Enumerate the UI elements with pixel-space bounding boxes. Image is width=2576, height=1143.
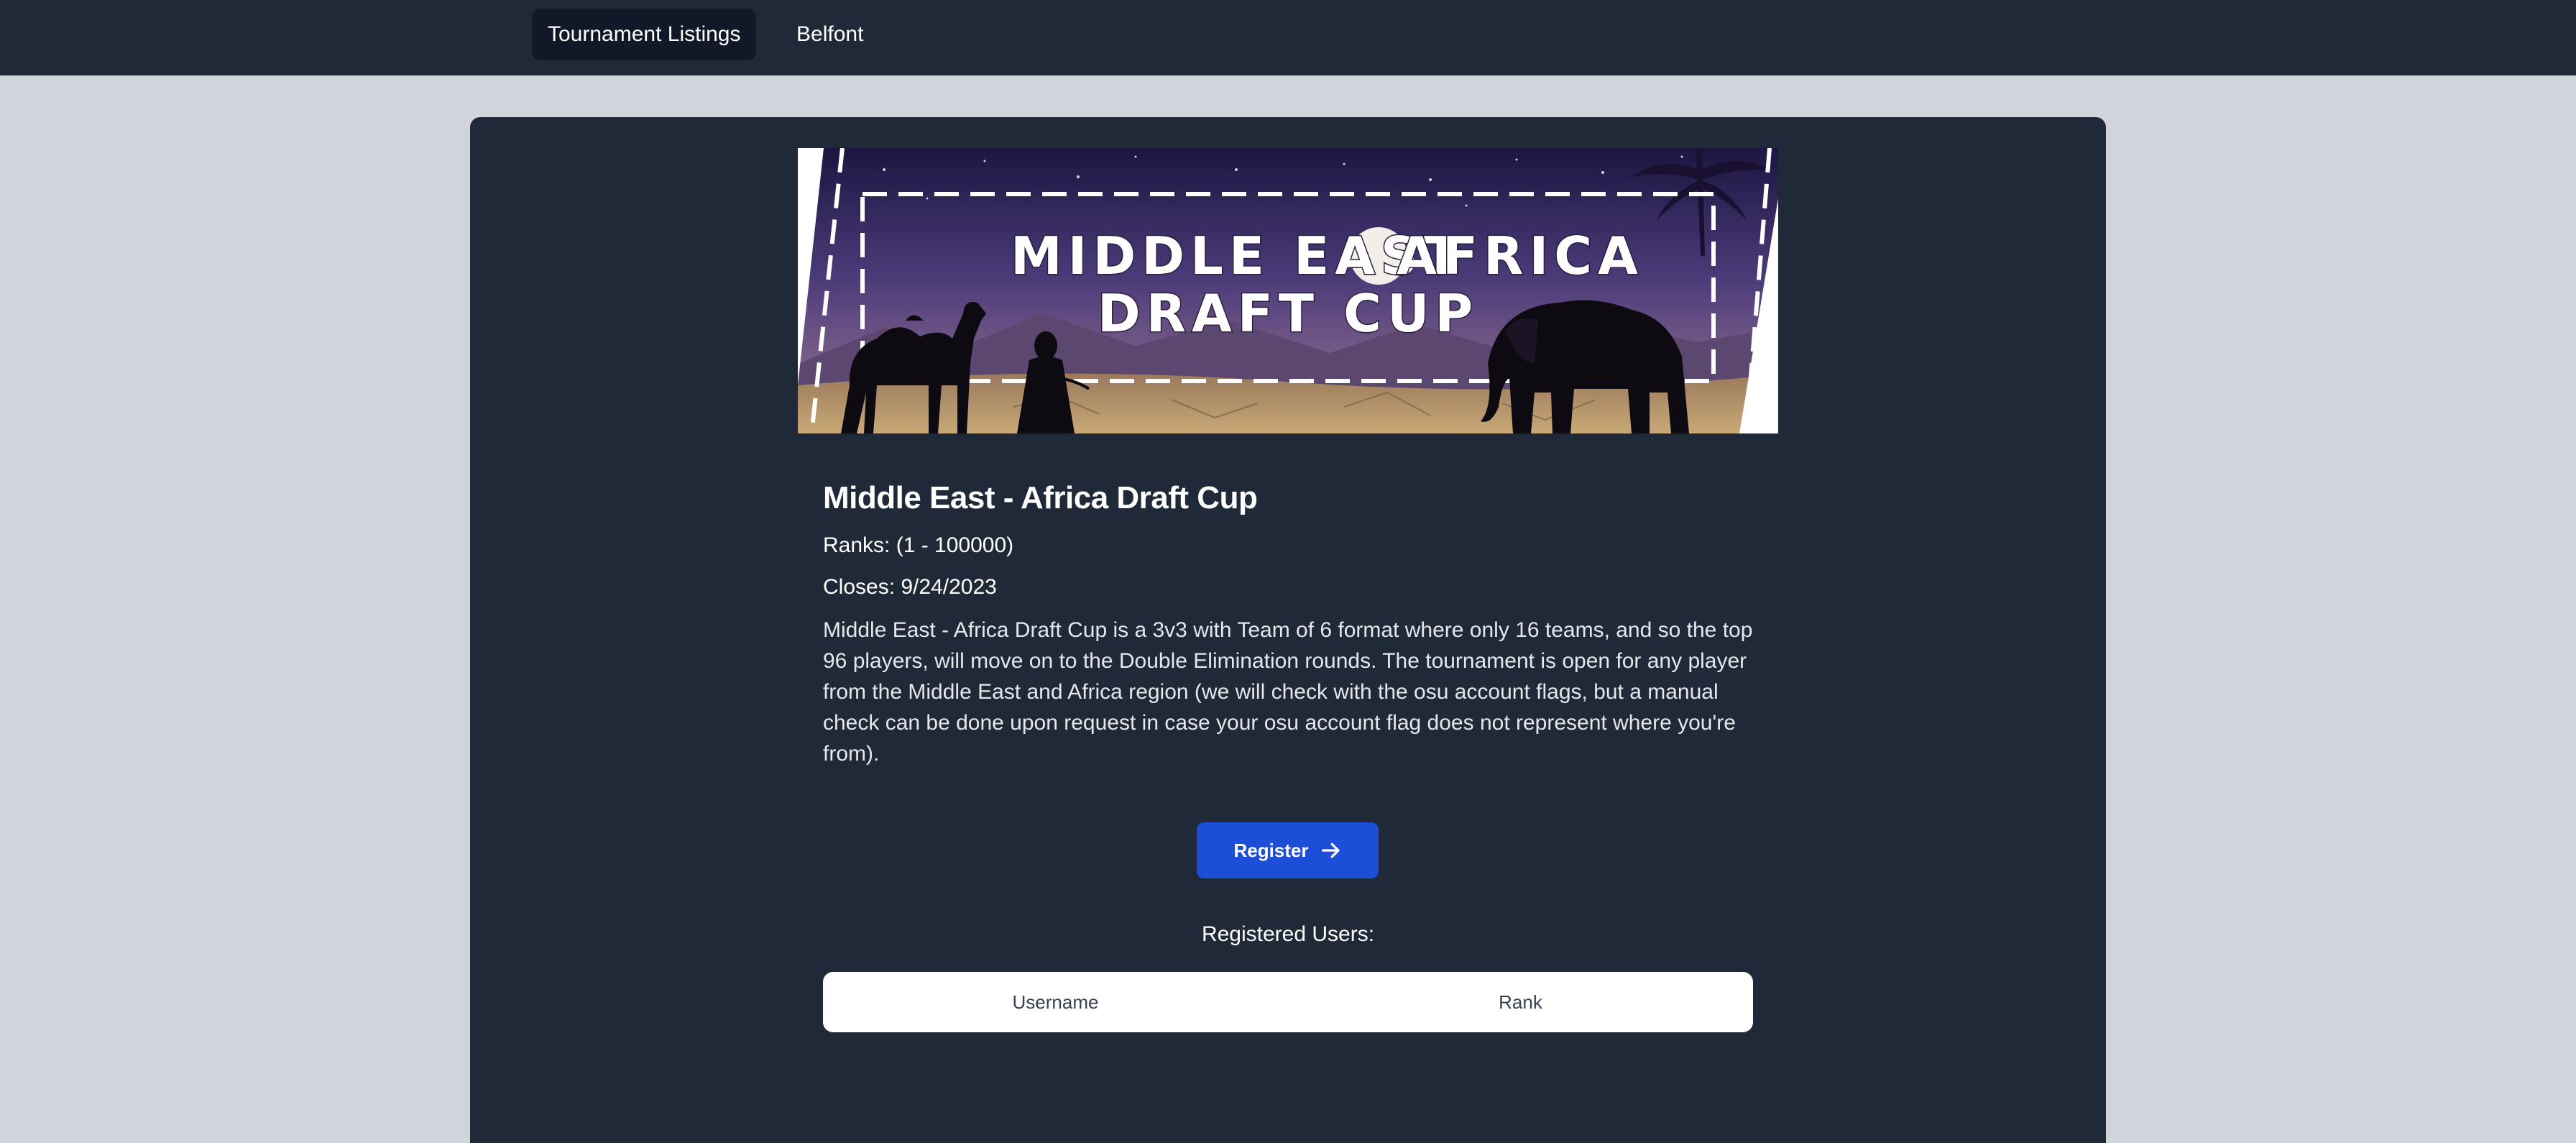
tournament-banner: MIDDLE EAST AFRICA DRAFT CUP [798,148,1778,433]
tournament-title: Middle East - Africa Draft Cup [823,480,1258,515]
tournament-closes: Closes: 9/24/2023 [823,575,997,599]
nav-tournament-listings[interactable]: Tournament Listings [532,9,757,60]
nav-belfont[interactable]: Belfont [781,9,879,60]
register-button[interactable]: Register [1197,822,1379,878]
registered-users-heading: Registered Users: [1201,922,1375,946]
top-navbar: Tournament Listings Belfont [0,0,2576,75]
registered-users-table: Username Rank [823,972,1753,1032]
register-button-label: Register [1233,839,1309,861]
tournament-description: Middle East - Africa Draft Cup is a 3v3 … [823,618,1753,766]
column-header-rank[interactable]: Rank [1288,972,1753,1032]
banner-line2: DRAFT CUP [1098,283,1478,344]
column-header-username[interactable]: Username [823,972,1288,1032]
tournament-ranks: Ranks: (1 - 100000) [823,533,1014,557]
banner-line1-right: AFRICA [1397,226,1644,286]
arrow-right-icon [1321,843,1340,858]
